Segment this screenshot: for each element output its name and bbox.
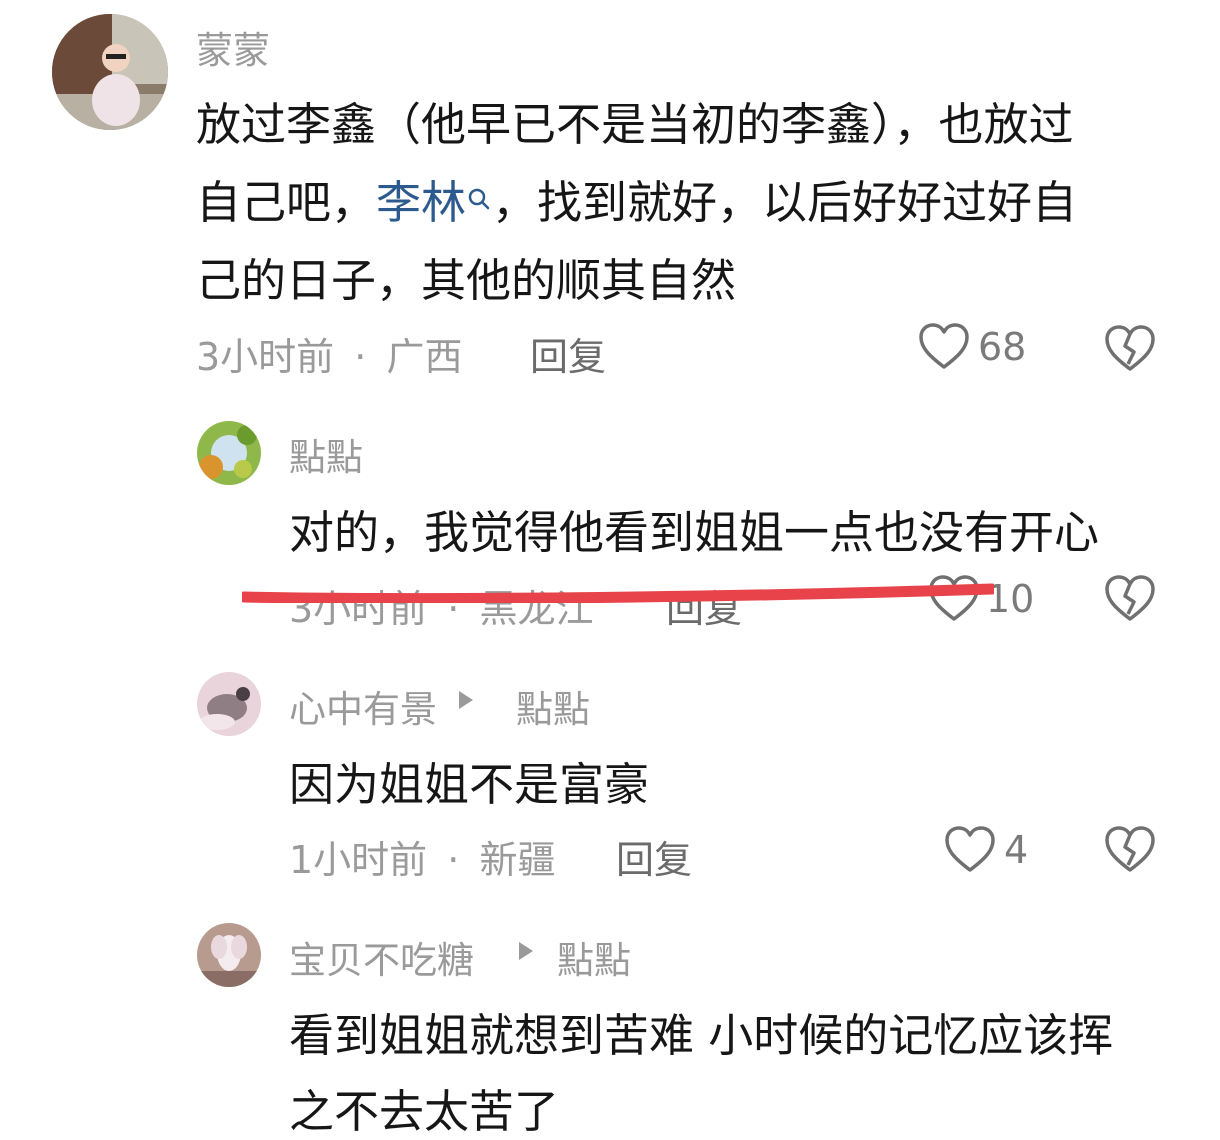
location: 广西 [386,335,463,379]
reply-button[interactable]: 回复 [530,326,606,381]
timestamp: 1小时前 [289,838,428,882]
location: 黑龙江 [479,587,594,631]
search-icon[interactable] [466,170,492,223]
username[interactable]: 點點 [289,427,363,481]
avatar[interactable] [197,672,261,736]
reply-arrow-icon [516,940,536,966]
avatar[interactable] [197,923,261,987]
avatar[interactable] [197,421,261,485]
heart-outline-icon [918,322,970,372]
dislike-button[interactable] [1104,324,1156,374]
meta-separator: · [447,587,460,631]
like-button[interactable]: 10 [928,574,1034,624]
like-count: 10 [986,577,1035,621]
meta-separator: · [354,335,367,379]
comment-text: 因为姐姐不是富豪 [289,758,650,811]
reply-to-username[interactable]: 點點 [557,930,631,984]
comment-meta: 3小时前 · 黑龙江 [289,578,593,633]
comment-text-segment: ，找到就好，以后好好过好自 [492,176,1078,229]
reply-to-username[interactable]: 點點 [516,679,590,733]
dislike-button[interactable] [1104,574,1156,624]
username[interactable]: 蒙蒙 [196,20,270,74]
reply-button[interactable]: 回复 [616,829,692,884]
timestamp: 3小时前 [196,335,335,379]
broken-heart-icon [1104,324,1156,374]
dislike-button[interactable] [1104,825,1156,875]
comment-meta: 3小时前 · 广西 [196,326,462,381]
mention-link[interactable]: 李林 [376,176,466,229]
heart-outline-icon [928,574,980,624]
like-count: 4 [1004,828,1029,872]
like-button[interactable]: 4 [944,825,1028,875]
comment-meta: 1小时前 · 新疆 [289,829,555,884]
like-button[interactable]: 68 [918,322,1026,372]
comment-text-segment: 自己吧， [196,176,377,229]
comment-text-line-2: 自己吧，李林 ，找到就好，以后好好过好自 [196,166,1077,231]
location: 新疆 [479,838,556,882]
like-count: 68 [978,325,1027,369]
comment-text-line-3: 己的日子，其他的顺其自然 [196,254,737,307]
comment-text-line-1: 看到姐姐就想到苦难 小时候的记忆应该挥 [289,1009,1114,1062]
broken-heart-icon [1104,574,1156,624]
username[interactable]: 宝贝不吃糖 [289,930,474,984]
comment-text-line-1: 放过李鑫（他早已不是当初的李鑫），也放过 [196,98,1074,151]
timestamp: 3小时前 [289,587,428,631]
reply-arrow-icon [456,689,476,715]
meta-separator: · [447,838,460,882]
heart-outline-icon [944,825,996,875]
comment-text-line-2: 之不去太苦了 [289,1085,560,1138]
avatar[interactable] [52,14,168,130]
comment-text: 对的，我觉得他看到姐姐一点也没有开心 [289,506,1100,559]
broken-heart-icon [1104,825,1156,875]
reply-button[interactable]: 回复 [666,578,742,633]
username[interactable]: 心中有景 [289,679,437,733]
